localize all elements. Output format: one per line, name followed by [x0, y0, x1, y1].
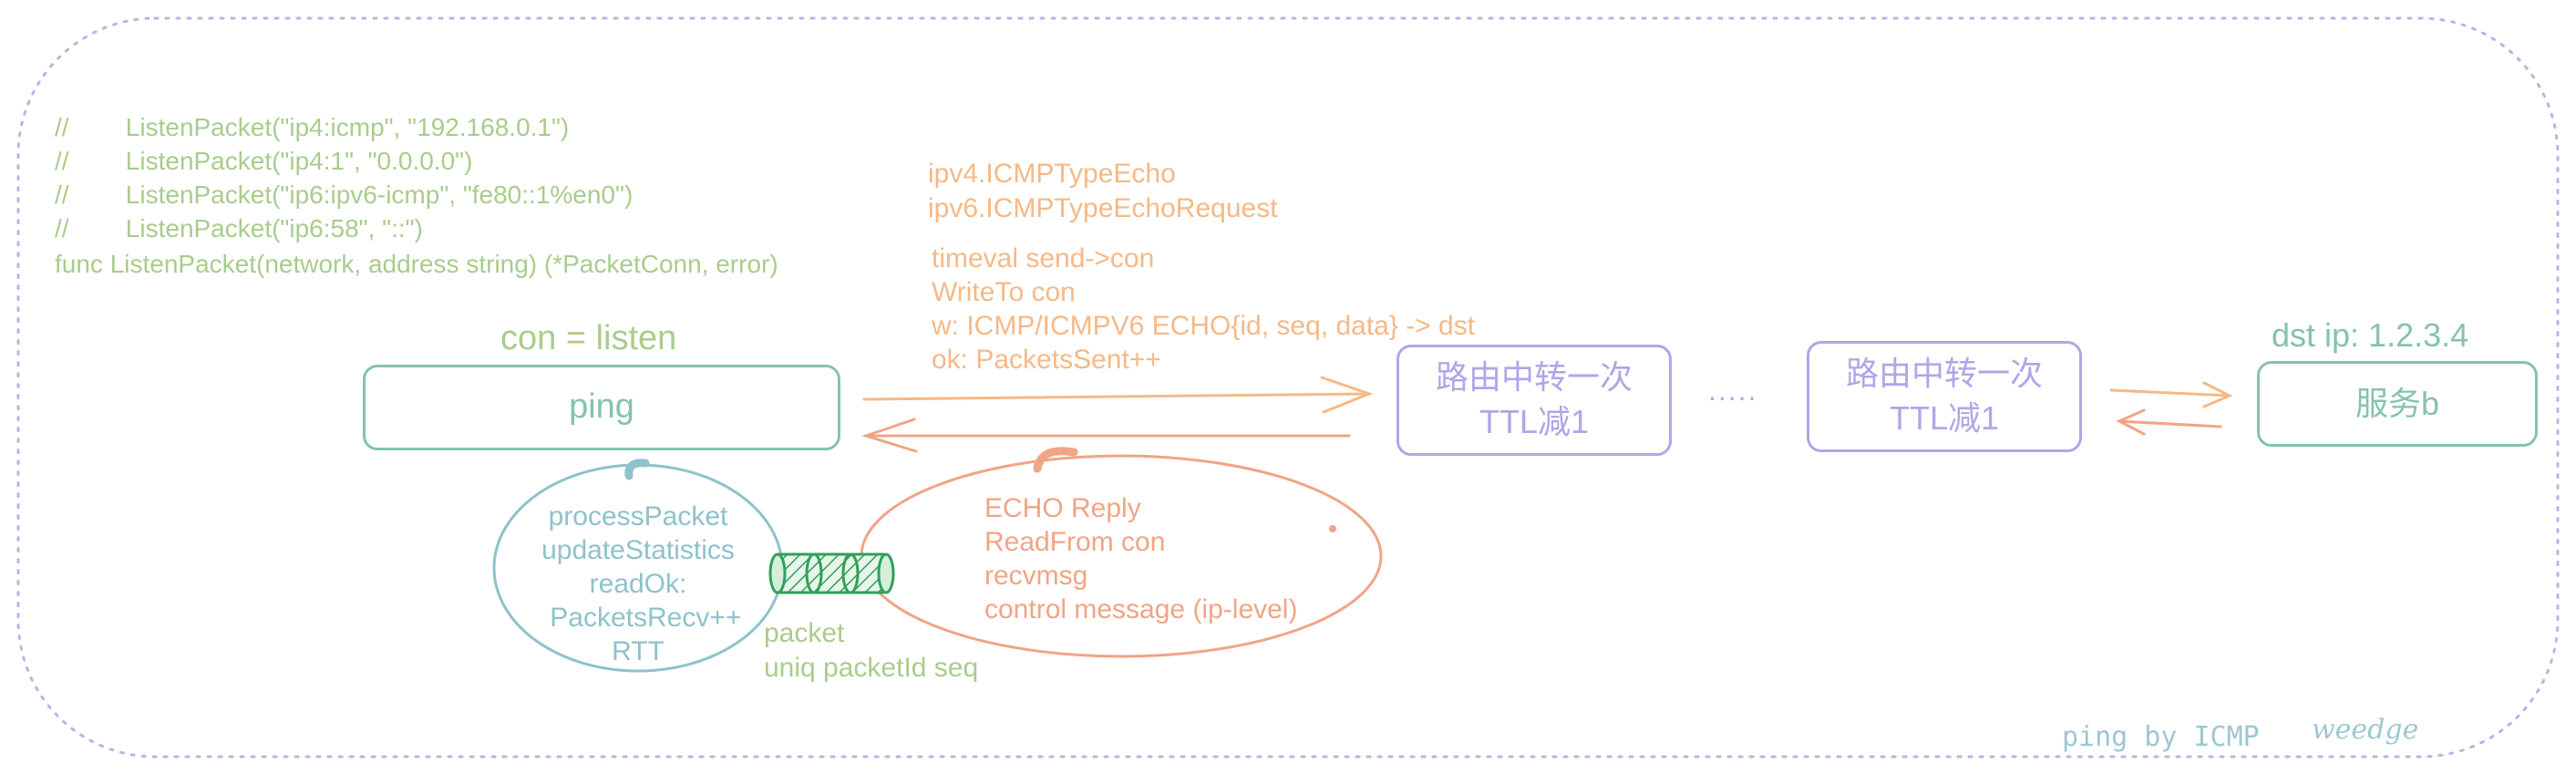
- router-box-1: 路由中转一次 TTL减1: [1396, 345, 1672, 456]
- process-step-3: readOk:: [589, 569, 687, 599]
- packet-note-2: uniq packetId seq: [764, 653, 979, 683]
- echo-type-ipv6: ipv6.ICMPTypeEchoRequest: [928, 193, 1278, 223]
- dst-ip-label: dst ip: 1.2.3.4: [2272, 316, 2469, 354]
- code-comment-4: // ListenPacket("ip6:58", "::"): [55, 214, 423, 243]
- server-label: 服务b: [2354, 384, 2440, 422]
- code-comment-3: // ListenPacket("ip6:ipv6-icmp", "fe80::…: [55, 181, 634, 209]
- receive-step-2: ReadFrom con: [984, 527, 1166, 557]
- receive-step-1: ECHO Reply: [984, 493, 1141, 523]
- echo-type-ipv4: ipv4.ICMPTypeEcho: [928, 159, 1176, 189]
- receive-step-3: recvmsg: [984, 561, 1088, 591]
- packet-note-1: packet: [764, 618, 845, 648]
- send-arrow: [862, 376, 1374, 414]
- send-step-2: WriteTo con: [932, 277, 1076, 307]
- server-back-arrow: [2116, 408, 2222, 436]
- process-step-5: RTT: [612, 636, 665, 666]
- footer-signature: weedge: [2312, 714, 2419, 746]
- code-comment-2: // ListenPacket("ip4:1", "0.0.0.0"): [55, 147, 473, 175]
- code-comment-1: // ListenPacket("ip4:icmp", "192.168.0.1…: [55, 113, 570, 141]
- reply-arrow: [861, 418, 1351, 453]
- footer-title: ping by ICMP: [2062, 721, 2260, 753]
- router-box-2: 路由中转一次 TTL减1: [1807, 341, 2082, 452]
- ping-box: ping: [363, 365, 840, 450]
- server-box: 服务b: [2257, 361, 2538, 447]
- router-1-ttl: TTL减1: [1479, 403, 1590, 440]
- con-label: con = listen: [500, 319, 677, 357]
- ping-label: ping: [569, 387, 634, 427]
- router-2-ttl: TTL减1: [1889, 399, 2000, 437]
- process-steps: processPacket updateStatistics readOk: P…: [492, 500, 784, 668]
- hops-ellipsis: .....: [1708, 374, 1758, 407]
- router-1-title: 路由中转一次: [1435, 358, 1633, 397]
- server-forward-arrow: [2109, 381, 2233, 408]
- process-step-1: processPacket: [548, 501, 728, 531]
- process-loop-arrowhead: [624, 459, 650, 480]
- receive-step-4: control message (ip-level): [984, 594, 1298, 624]
- send-step-4: ok: PacketsSent++: [932, 345, 1161, 375]
- send-step-1: timeval send->con: [932, 243, 1155, 273]
- router-2-title: 路由中转一次: [1845, 355, 2043, 393]
- send-step-3: w: ICMP/ICMPV6 ECHO{id, seq, data} -> ds…: [932, 311, 1476, 341]
- process-step-4: PacketsRecv++: [534, 603, 742, 633]
- receive-dot: [1329, 525, 1336, 532]
- packet-queue: [768, 552, 895, 594]
- process-step-2: updateStatistics: [541, 535, 735, 565]
- code-signature: func ListenPacket(network, address strin…: [55, 250, 778, 278]
